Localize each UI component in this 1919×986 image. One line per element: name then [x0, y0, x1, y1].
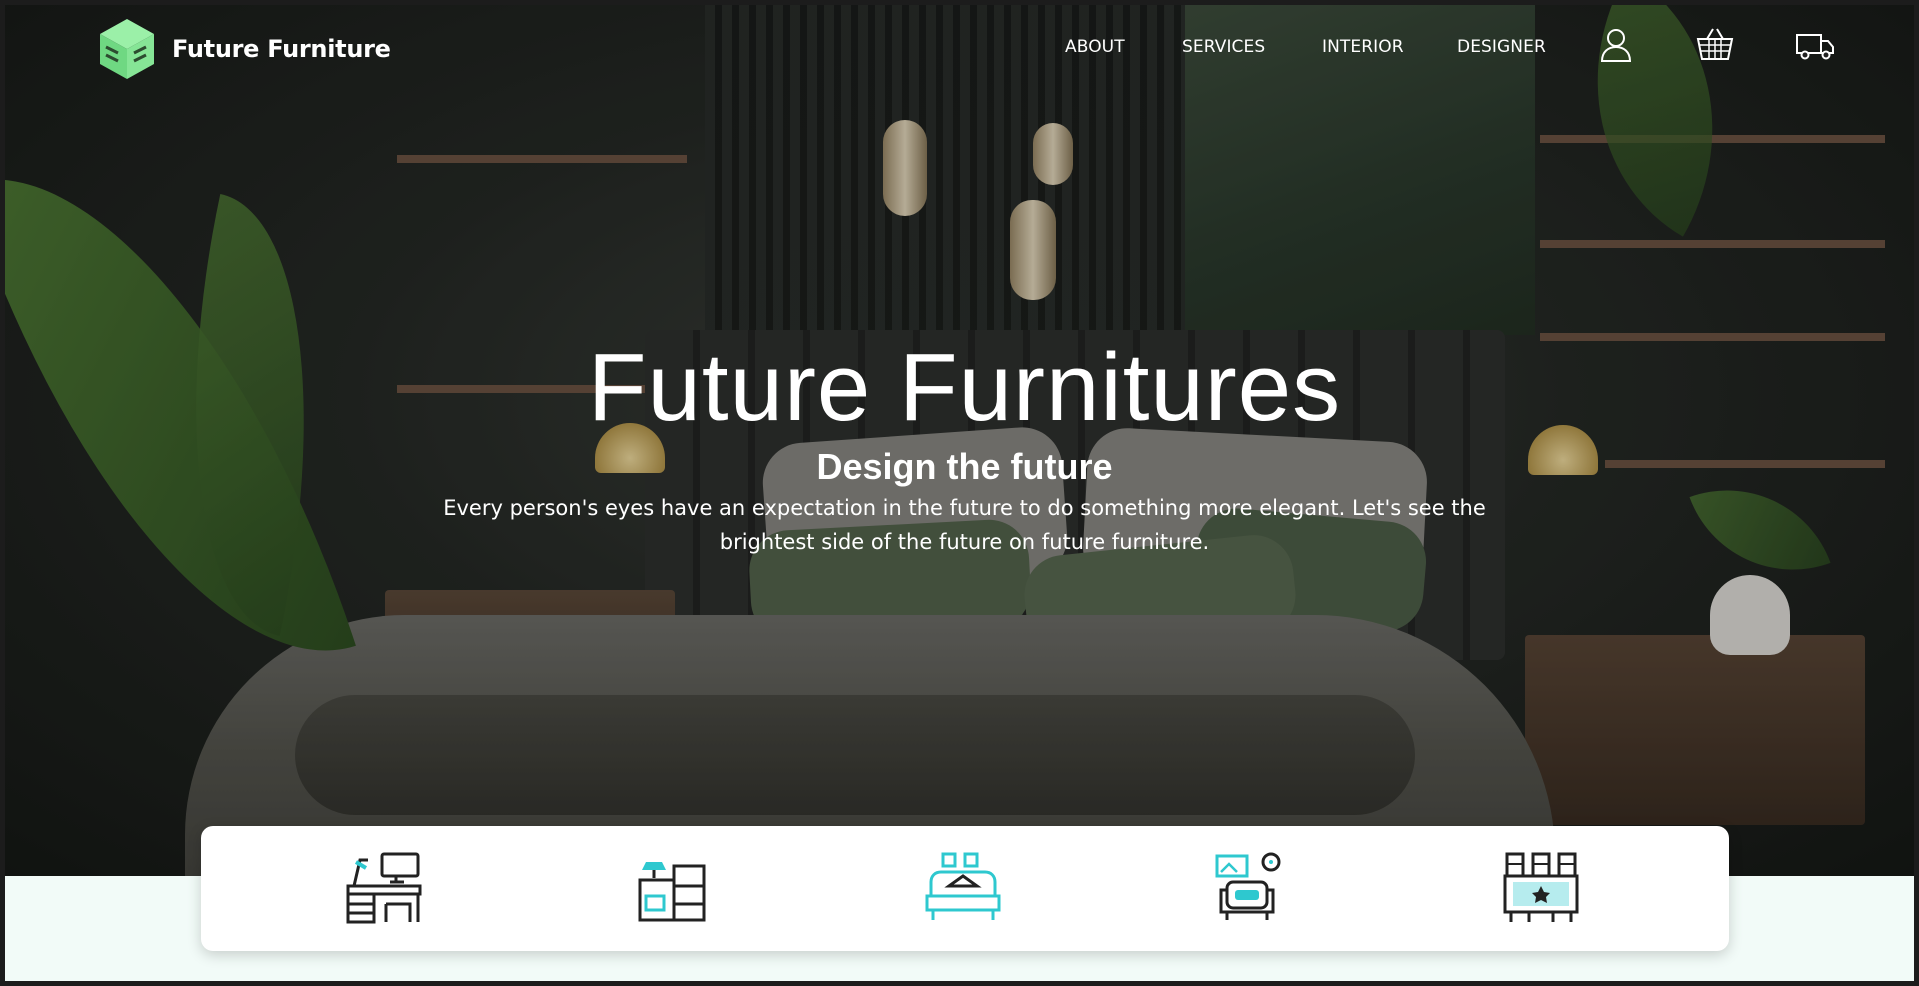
brand-name: Future Furniture — [172, 35, 391, 63]
top-navigation: Future Furniture ABOUT SERVICES INTERIOR… — [5, 5, 1914, 93]
nav-link-interior[interactable]: INTERIOR — [1322, 37, 1404, 57]
hero-subtitle: Design the future — [816, 446, 1113, 487]
cube-logo-icon — [100, 19, 154, 79]
basket-icon[interactable] — [1695, 27, 1735, 63]
sideboard-icon[interactable] — [1503, 852, 1579, 924]
category-bar — [201, 826, 1729, 951]
hero-title: Future Furnitures — [587, 334, 1342, 441]
page: Future Furniture ABOUT SERVICES INTERIOR… — [0, 0, 1919, 986]
desk-workspace-icon[interactable] — [346, 852, 422, 924]
nav-link-about[interactable]: ABOUT — [1065, 37, 1125, 57]
nav-link-designer[interactable]: DESIGNER — [1457, 37, 1546, 57]
delivery-truck-icon[interactable] — [1795, 27, 1835, 63]
cabinet-lamp-icon[interactable] — [636, 852, 712, 924]
nav-link-services[interactable]: SERVICES — [1182, 37, 1265, 57]
hero-description: Every person's eyes have an expectation … — [443, 496, 1486, 554]
user-icon[interactable] — [1596, 27, 1636, 63]
armchair-picture-icon[interactable] — [1215, 852, 1291, 924]
logo[interactable]: Future Furniture — [98, 17, 391, 81]
bed-icon[interactable] — [925, 852, 1001, 924]
